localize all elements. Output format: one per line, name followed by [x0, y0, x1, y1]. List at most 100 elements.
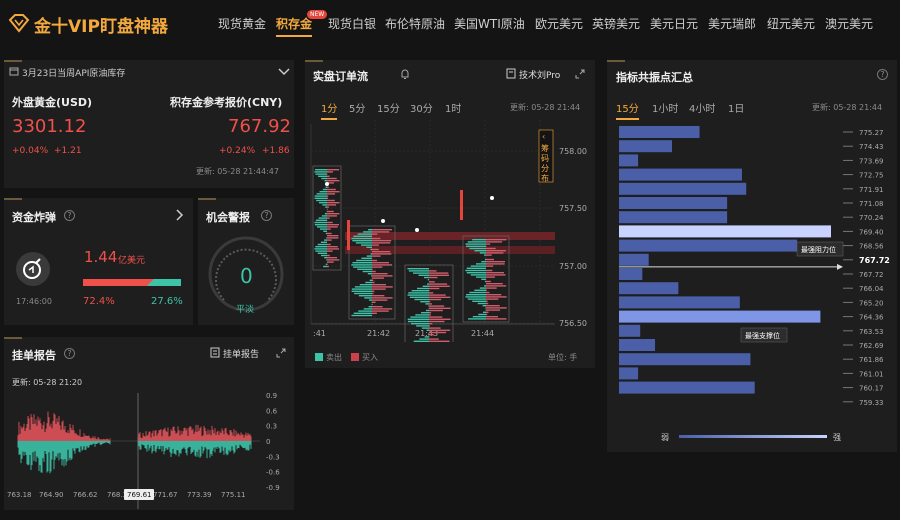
buy-volume [327, 263, 328, 265]
buy-volume [429, 298, 442, 301]
sell-volume [352, 262, 372, 264]
buy-volume [429, 281, 435, 283]
nav-item[interactable]: 美国WTI原油 [454, 15, 525, 32]
event-title[interactable]: 3月23日当周API原油库存 [22, 66, 125, 79]
nav-item[interactable]: 现货黄金 [218, 15, 266, 32]
buy-volume [486, 265, 494, 267]
level-bar [619, 154, 639, 167]
sell-volume [478, 313, 486, 316]
tab-2[interactable]: 4小时 [689, 100, 715, 115]
buy-volume [486, 252, 504, 254]
buy-volume [486, 250, 506, 252]
nav-item[interactable]: 美元瑞郎 [708, 15, 756, 32]
help-icon[interactable]: ? [64, 348, 75, 359]
buy-volume [429, 331, 447, 334]
nav-item[interactable]: 美元日元 [650, 15, 698, 32]
expand-icon[interactable] [575, 69, 585, 79]
orders-link[interactable]: 挂单报告 [223, 347, 259, 360]
sell-volume [320, 228, 327, 230]
buy-volume [372, 264, 393, 266]
buy-volume [372, 231, 390, 233]
x-tick-label: 771.67 [153, 491, 178, 499]
tab-3[interactable]: 30分 [410, 100, 433, 115]
sell-volume [370, 253, 372, 255]
tab-3[interactable]: 1日 [728, 100, 744, 115]
tab-2[interactable]: 15分 [377, 100, 400, 115]
nav-item[interactable]: 布伦特原油 [385, 15, 445, 32]
sell-volume [361, 244, 372, 246]
sell-volume [369, 299, 372, 301]
sell-volume [407, 320, 429, 323]
nav-item[interactable]: 欧元美元 [535, 15, 583, 32]
buy-volume [327, 224, 340, 226]
sell-volume [320, 241, 327, 243]
chevron-down-icon[interactable] [278, 68, 290, 76]
sell-volume [362, 270, 372, 273]
buy-volume [429, 325, 430, 327]
sell-volume [466, 245, 486, 247]
help-icon[interactable]: ? [261, 210, 272, 221]
summary-updated: 更新: 05-28 21:44 [812, 103, 883, 112]
buy-volume [429, 294, 446, 296]
order-flow-panel: 实盘订单流 技术刘Pro 1分 5分 15分 30分 1时 更新: 05-28 21:4… [305, 60, 595, 368]
bell-icon[interactable] [399, 68, 411, 80]
sell-volume [419, 338, 429, 340]
help-icon[interactable]: ? [877, 69, 888, 80]
order-histogram[interactable]: 0.9 0.6 0.3 0 -0.3 -0.6 -0.9 763.18 764.90 766.62… [4, 389, 294, 509]
poc-dot [490, 196, 494, 200]
buy-volume [327, 248, 339, 250]
tab-1[interactable]: 1小时 [652, 100, 678, 115]
price-level-label: 765.20 [859, 299, 884, 307]
tab-0[interactable]: 1分 [321, 100, 338, 120]
nav-item[interactable]: 积存金 [276, 15, 313, 37]
legend-strong: 强 [833, 433, 841, 442]
sell-volume [323, 230, 327, 232]
price-level-label: 768.56 [859, 243, 884, 251]
level-bar [619, 239, 798, 252]
brand-logo[interactable]: 金十VIP盯盘神器 [8, 10, 188, 37]
buy-volume [327, 177, 337, 180]
tab-0[interactable]: 15分 [616, 100, 639, 120]
level-bar [619, 253, 649, 266]
resonance-chart[interactable]: 775.27 774.43 773.69 772.75 771.91 771.08 770.… [607, 122, 897, 412]
sell-volume [469, 291, 486, 294]
sell-volume [411, 290, 429, 292]
buy-volume [429, 329, 451, 331]
side-label-char: 码 [541, 154, 549, 163]
order-flow-chart[interactable]: 758.00757.50757.00756.50:41 21:42 21:43 21:… [305, 120, 595, 342]
level-bar [619, 126, 700, 138]
sell-volume [428, 334, 429, 336]
buy-volume [327, 254, 330, 257]
nav-item[interactable]: 英镑美元 [592, 15, 640, 32]
tab-4[interactable]: 1时 [445, 100, 461, 115]
flow-link[interactable]: 技术刘Pro [519, 68, 560, 81]
sell-volume [476, 263, 486, 265]
expand-icon[interactable] [276, 348, 286, 358]
buy-volume [429, 309, 443, 312]
nav-item[interactable]: 纽元美元 [767, 15, 815, 32]
buy-volume [327, 202, 340, 204]
buy-volume [327, 213, 340, 215]
level-bar [619, 225, 831, 238]
sell-volume [417, 287, 429, 290]
sell-volume [466, 272, 486, 274]
tab-1[interactable]: 5分 [349, 100, 365, 115]
nav-item[interactable]: 现货白银 [328, 15, 376, 32]
sell-volume [325, 232, 327, 235]
new-badge: NEW [307, 10, 328, 19]
sell-volume [315, 169, 327, 171]
fund-unit: 亿美元 [118, 256, 146, 266]
buy-volume [486, 291, 490, 294]
buy-volume [429, 301, 431, 303]
sell-volume [424, 336, 429, 338]
right-price-label: 积存金参考报价(CNY) [170, 96, 283, 109]
sell-volume [484, 258, 486, 261]
nav-item[interactable]: 澳元美元 [825, 15, 873, 32]
help-icon[interactable]: ? [64, 210, 75, 221]
left-price-change: +1.21 [54, 146, 82, 156]
buy-volume [372, 303, 373, 306]
buy-volume [429, 307, 451, 309]
right-price-pct: +0.24% [219, 146, 256, 156]
x-tick-label: 773.39 [187, 491, 212, 499]
chevron-right-icon[interactable] [176, 209, 184, 221]
